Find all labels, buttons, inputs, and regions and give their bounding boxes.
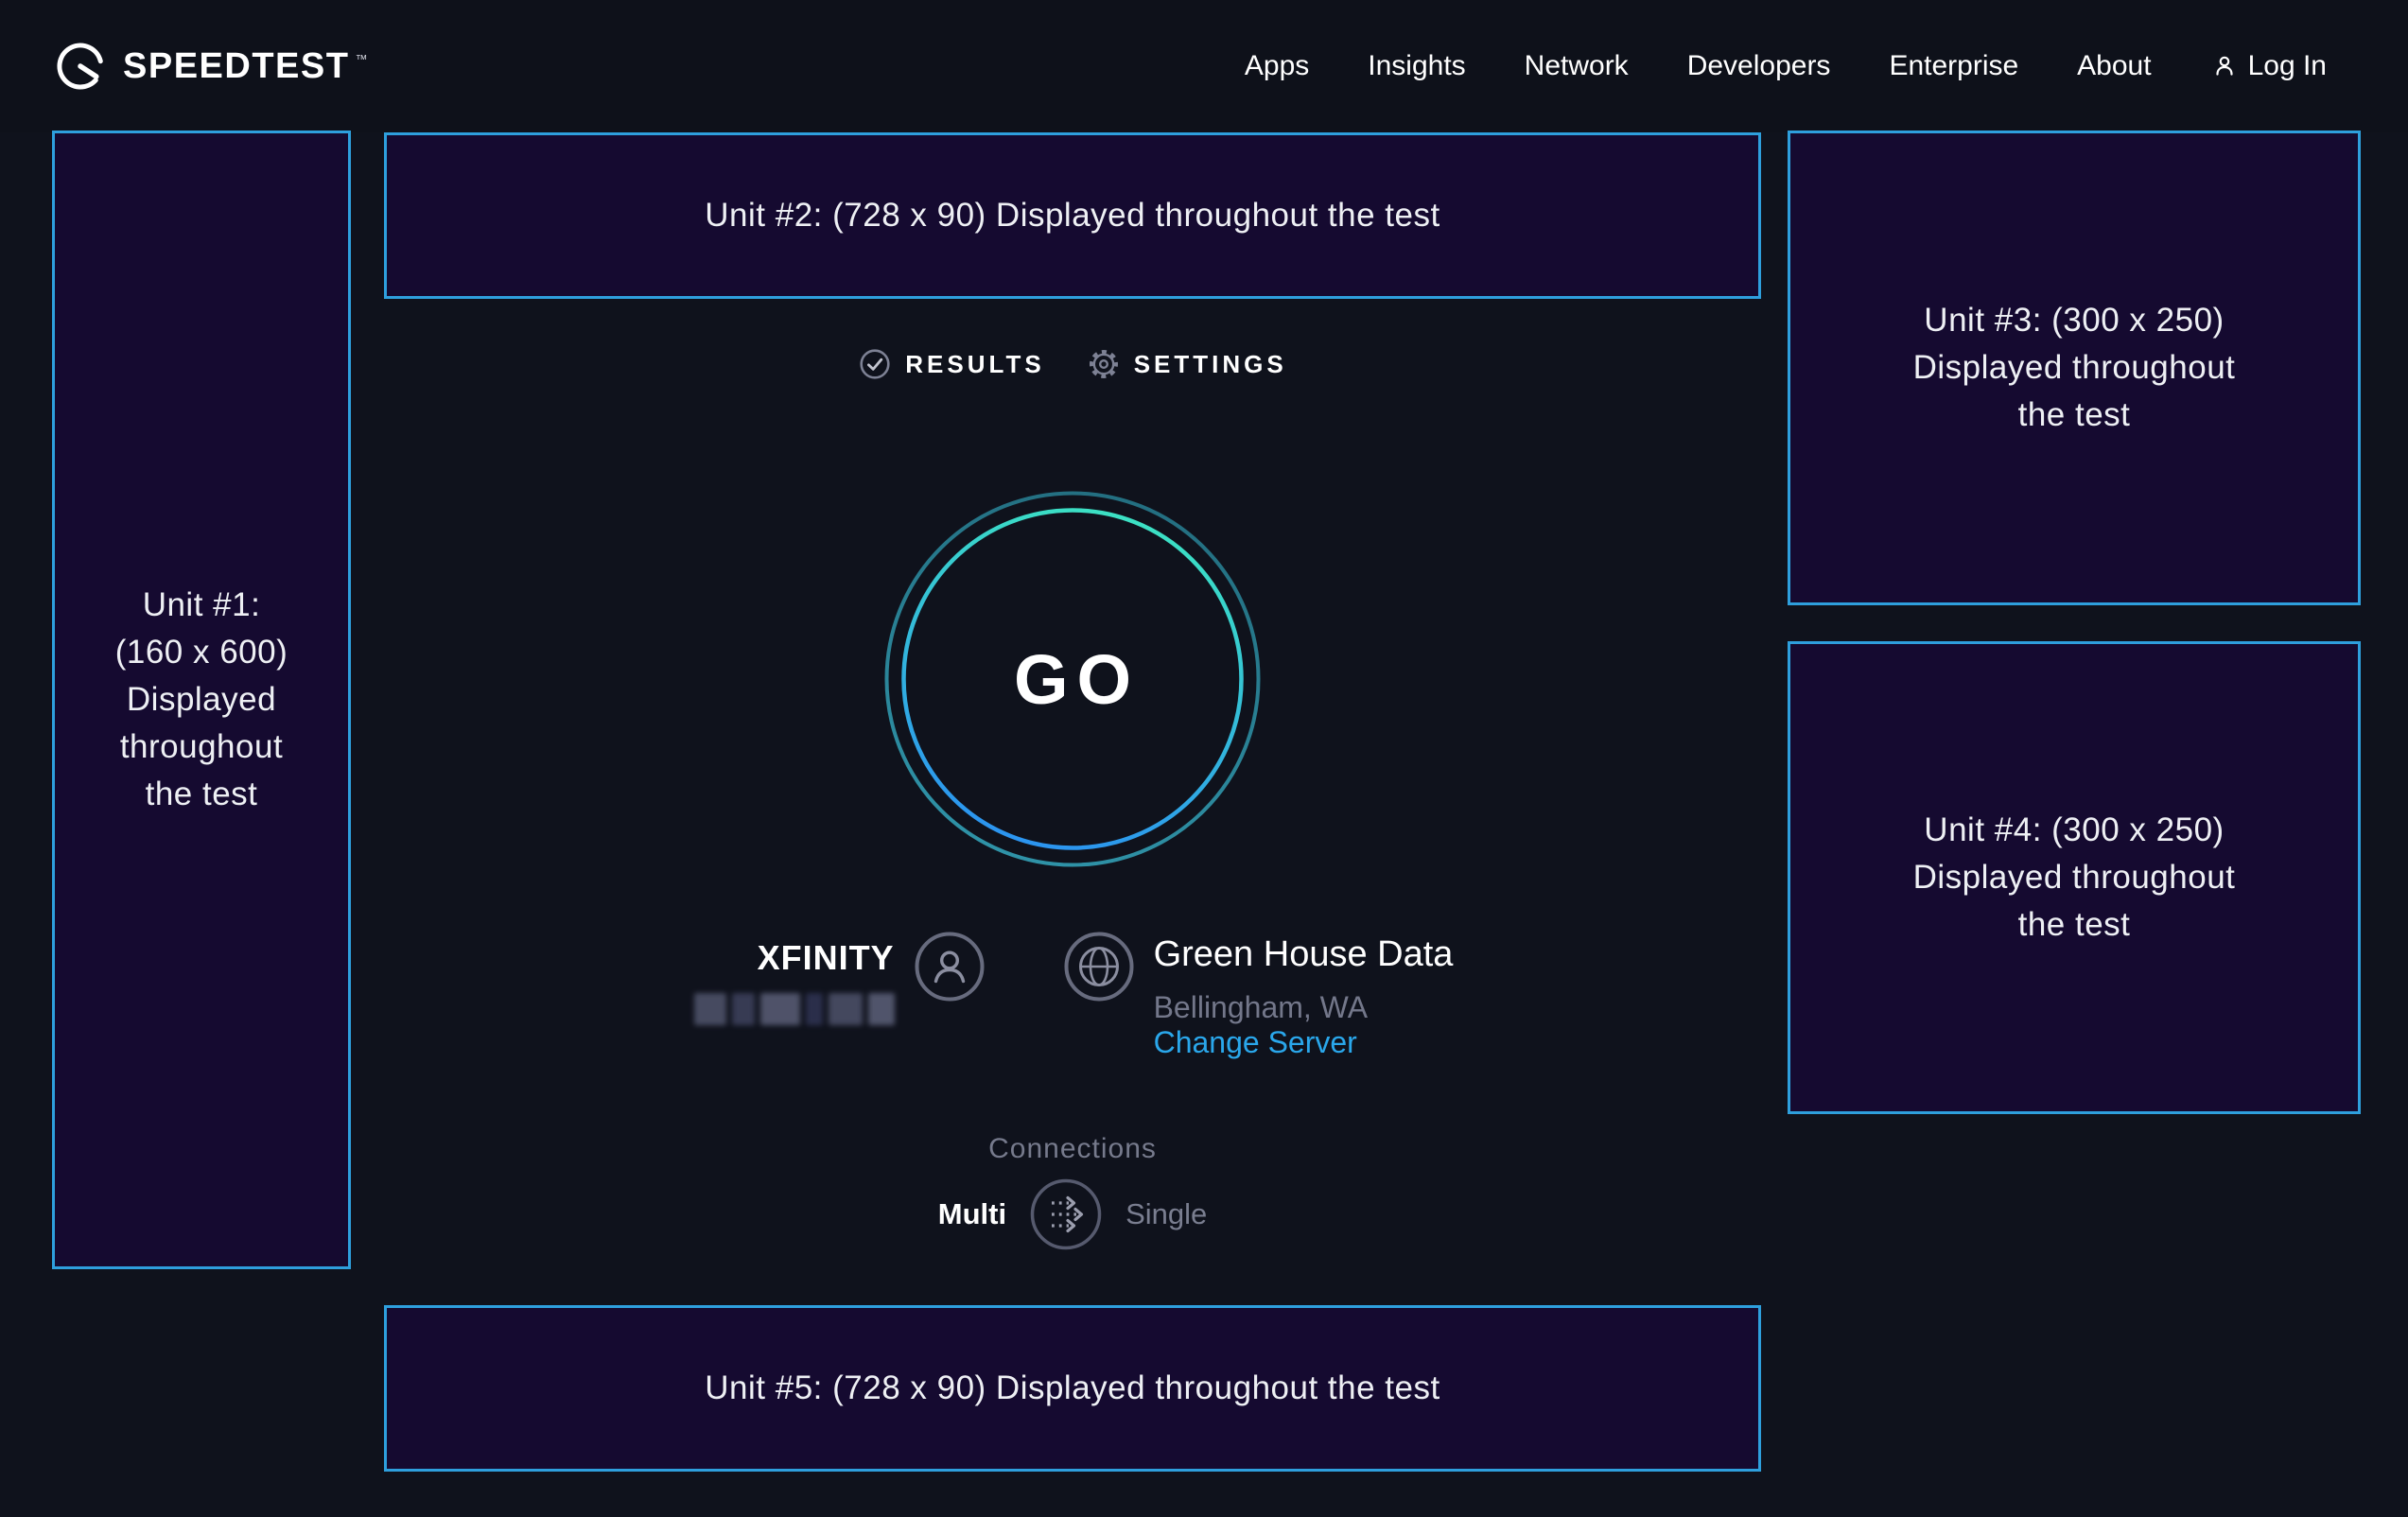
main-menu: Apps Insights Network Developers Enterpr… [1245, 50, 2327, 82]
top-nav: SPEEDTEST ™ Apps Insights Network Develo… [0, 0, 2408, 132]
nav-item-network[interactable]: Network [1525, 50, 1629, 82]
tab-settings[interactable]: SETTINGS [1087, 347, 1287, 381]
nav-item-apps[interactable]: Apps [1245, 50, 1309, 82]
logo-text: SPEEDTEST [123, 46, 349, 87]
nav-item-about[interactable]: About [2077, 50, 2151, 82]
speedtest-gauge-icon [53, 39, 108, 94]
ad-unit-3-text: Unit #3: (300 x 250)Displayed throughout… [1913, 297, 2236, 439]
isp-name: XFINITY [692, 938, 895, 978]
isp-block: XFINITY [692, 931, 895, 1025]
ad-unit-2-text: Unit #2: (728 x 90) Displayed throughout… [705, 192, 1440, 239]
server-name: Green House Data [1154, 934, 1454, 975]
connections-option-single[interactable]: Single [1125, 1197, 1207, 1231]
go-button[interactable]: GO [874, 480, 1271, 878]
change-server-link[interactable]: Change Server [1154, 1025, 1357, 1059]
speedtest-logo[interactable]: SPEEDTEST ™ [53, 39, 367, 94]
ad-unit-2[interactable]: Unit #2: (728 x 90) Displayed throughout… [384, 132, 1761, 299]
go-label: GO [874, 480, 1271, 878]
ad-unit-1[interactable]: Unit #1:(160 x 600)Displayedthroughoutth… [52, 131, 351, 1269]
check-circle-icon [858, 347, 892, 381]
ad-unit-5-text: Unit #5: (728 x 90) Displayed throughout… [705, 1365, 1440, 1412]
user-icon [2210, 52, 2239, 80]
gear-icon [1087, 347, 1121, 381]
multi-arrows-icon[interactable] [1029, 1177, 1103, 1251]
tab-results-label: RESULTS [905, 350, 1044, 379]
server-location: Bellingham, WA [1154, 990, 1454, 1025]
globe-icon [1063, 931, 1135, 1003]
login-label: Log In [2248, 50, 2327, 82]
tab-settings-label: SETTINGS [1134, 350, 1287, 379]
ad-unit-3[interactable]: Unit #3: (300 x 250)Displayed throughout… [1788, 131, 2361, 605]
nav-item-insights[interactable]: Insights [1368, 50, 1465, 82]
tab-results[interactable]: RESULTS [858, 347, 1044, 381]
connections-option-multi[interactable]: Multi [938, 1197, 1006, 1231]
tabs-row: RESULTS SETTINGS [384, 342, 1761, 386]
connections-label: Connections [384, 1133, 1761, 1165]
logo-trademark: ™ [355, 52, 367, 66]
server-icon-wrap [1063, 931, 1135, 1007]
isp-redacted-text [692, 993, 895, 1025]
server-block: Green House Data Bellingham, WA Change S… [1154, 931, 1454, 1060]
connections-toggle-row: Multi Single [384, 1177, 1761, 1251]
nav-item-login[interactable]: Log In [2210, 50, 2327, 82]
ad-unit-4-text: Unit #4: (300 x 250)Displayed throughout… [1913, 807, 2236, 949]
ad-unit-1-text: Unit #1:(160 x 600)Displayedthroughoutth… [115, 582, 288, 818]
speedtest-page: SPEEDTEST ™ Apps Insights Network Develo… [0, 0, 2408, 1517]
connection-meta: XFINITY Green House Data Bellingham, WA … [384, 931, 1761, 1060]
nav-item-developers[interactable]: Developers [1687, 50, 1831, 82]
ad-unit-4[interactable]: Unit #4: (300 x 250)Displayed throughout… [1788, 641, 2361, 1114]
user-circle-icon [914, 931, 986, 1003]
nav-item-enterprise[interactable]: Enterprise [1889, 50, 2018, 82]
ad-unit-5[interactable]: Unit #5: (728 x 90) Displayed throughout… [384, 1305, 1761, 1472]
